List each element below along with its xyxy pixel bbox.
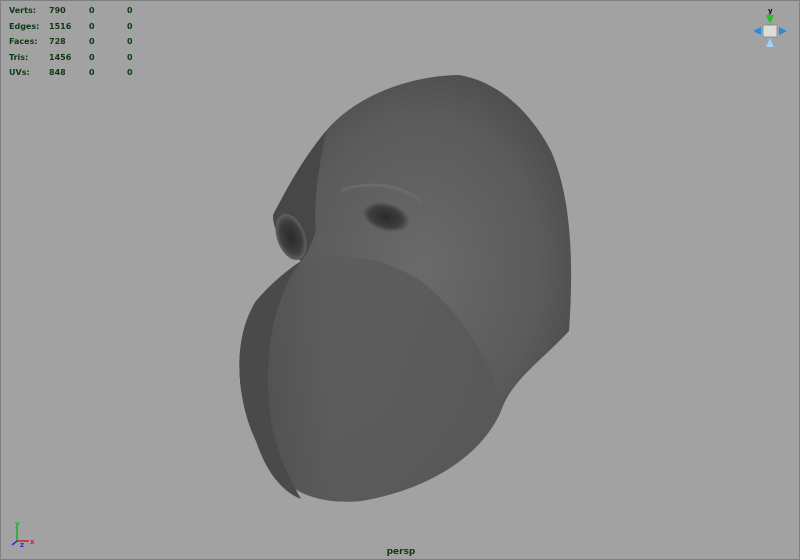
hud-label: Edges:	[9, 21, 40, 31]
hud-value: 0	[127, 21, 133, 31]
hud-value: 728	[49, 37, 66, 47]
hud-value: 1516	[49, 21, 72, 31]
hud-row-verts: Verts: 790 0 0	[9, 3, 147, 19]
hud-value: 790	[49, 6, 66, 16]
hud-value: 1456	[49, 52, 72, 62]
head-mesh[interactable]	[1, 1, 800, 560]
view-cube-bottom-arrow[interactable]	[766, 38, 774, 47]
perspective-viewport[interactable]: Verts: 790 0 0 Edges: 1516 0 0 Faces: 72…	[0, 0, 800, 560]
hud-value: 0	[89, 68, 95, 78]
hud-label: UVs:	[9, 68, 30, 78]
hud-row-uvs: UVs: 848 0 0	[9, 65, 147, 81]
hud-row-faces: Faces: 728 0 0	[9, 34, 147, 50]
hud-row-edges: Edges: 1516 0 0	[9, 19, 147, 35]
hud-value: 0	[89, 37, 95, 47]
hud-label: Faces:	[9, 37, 38, 47]
poly-count-hud: Verts: 790 0 0 Edges: 1516 0 0 Faces: 72…	[9, 3, 147, 81]
hud-value: 0	[89, 52, 95, 62]
view-cube[interactable]: y	[747, 5, 793, 57]
axis-y-label: y	[15, 520, 20, 528]
axis-gizmo: y x z	[11, 520, 35, 549]
axis-z-line	[11, 540, 18, 546]
view-cube-y-label: y	[768, 7, 773, 15]
hud-value: 0	[127, 68, 133, 78]
axis-x-label: x	[30, 538, 35, 546]
view-cube-right-arrow[interactable]	[779, 27, 787, 35]
hud-label: Tris:	[9, 52, 29, 62]
hud-value: 0	[89, 21, 95, 31]
hud-label: Verts:	[9, 6, 36, 16]
hud-value: 0	[127, 52, 133, 62]
hud-value: 0	[89, 6, 95, 16]
view-cube-top-arrow[interactable]	[766, 15, 774, 24]
view-cube-center[interactable]	[762, 24, 778, 38]
hud-value: 0	[127, 37, 133, 47]
hud-row-tris: Tris: 1456 0 0	[9, 50, 147, 66]
view-cube-left-arrow[interactable]	[753, 27, 761, 35]
hud-value: 0	[127, 6, 133, 16]
hud-value: 848	[49, 68, 66, 78]
camera-name-label: persp	[386, 547, 416, 557]
